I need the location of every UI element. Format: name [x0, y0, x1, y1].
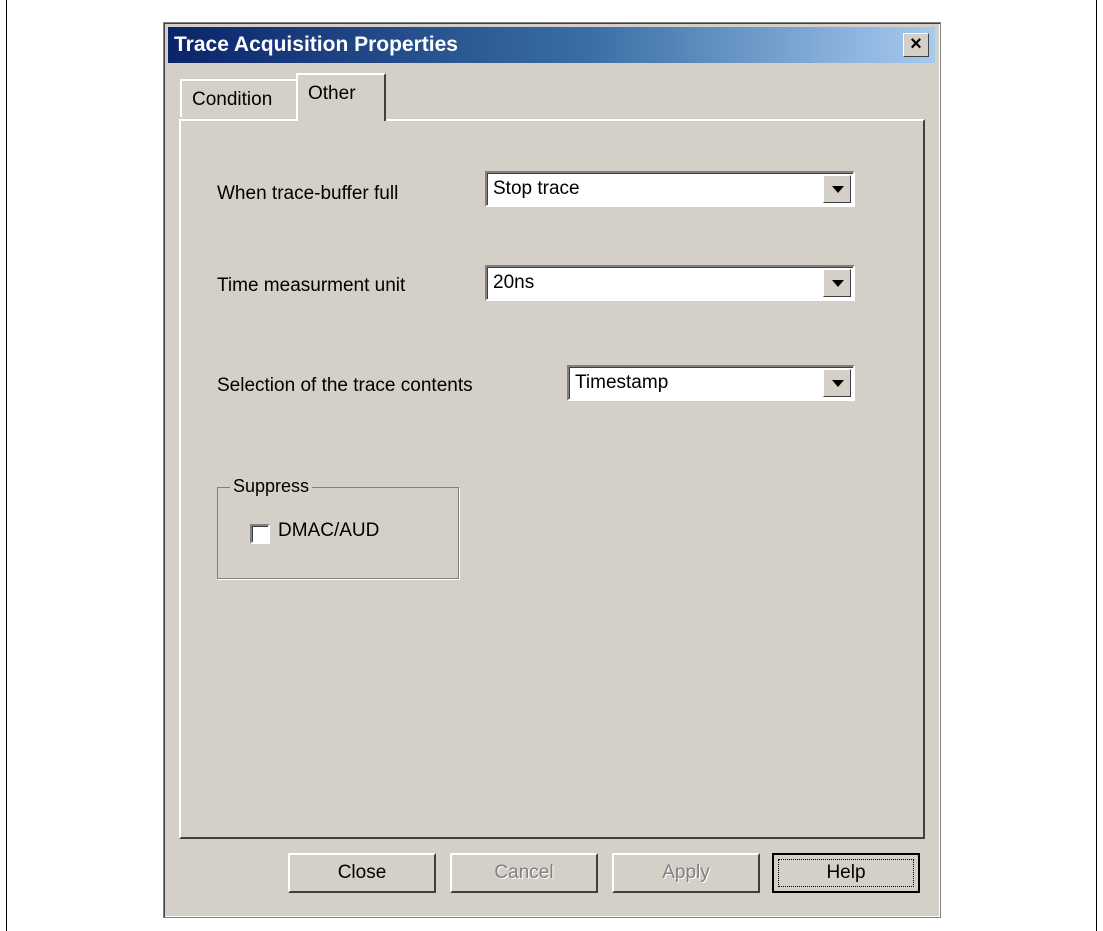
tab-condition[interactable]: Condition [180, 79, 298, 117]
cancel-button-label: Cancel [494, 862, 554, 883]
window-title: Trace Acquisition Properties [174, 33, 458, 56]
buffer-full-select[interactable]: Stop trace [485, 171, 855, 207]
suppress-group-title: Suppress [230, 476, 313, 497]
buffer-full-label: When trace-buffer full [217, 183, 399, 204]
cancel-button[interactable]: Cancel [450, 853, 598, 893]
trace-acquisition-dialog: Trace Acquisition Properties × Condition… [163, 22, 941, 918]
chevron-down-icon[interactable] [823, 369, 851, 397]
close-icon[interactable]: × [903, 33, 929, 57]
time-unit-label: Time measurment unit [217, 275, 406, 296]
trace-contents-label: Selection of the trace contents [217, 375, 473, 396]
tab-panel-other: When trace-buffer full Stop trace Time m… [179, 119, 925, 839]
tab-other-label: Other [308, 83, 356, 104]
buffer-full-value: Stop trace [493, 178, 580, 199]
apply-button[interactable]: Apply [612, 853, 760, 893]
help-button-label: Help [826, 862, 866, 883]
dmac-aud-checkbox[interactable] [250, 524, 270, 544]
tab-other[interactable]: Other [296, 73, 386, 121]
close-button-label: Close [337, 862, 387, 883]
help-focus-rect: Help [778, 859, 914, 887]
suppress-group: Suppress DMAC/AUD [217, 476, 459, 579]
time-unit-select[interactable]: 20ns [485, 265, 855, 301]
close-button[interactable]: Close [288, 853, 436, 893]
chevron-down-icon[interactable] [823, 269, 851, 297]
chevron-down-icon[interactable] [823, 175, 851, 203]
tab-condition-label: Condition [192, 89, 273, 110]
time-unit-value: 20ns [493, 272, 535, 293]
dmac-aud-label[interactable]: DMAC/AUD [278, 520, 379, 542]
trace-contents-select[interactable]: Timestamp [567, 365, 855, 401]
apply-button-label: Apply [662, 862, 710, 883]
title-bar[interactable]: Trace Acquisition Properties × [168, 27, 935, 63]
trace-contents-value: Timestamp [575, 372, 669, 393]
help-button[interactable]: Help [772, 853, 920, 893]
